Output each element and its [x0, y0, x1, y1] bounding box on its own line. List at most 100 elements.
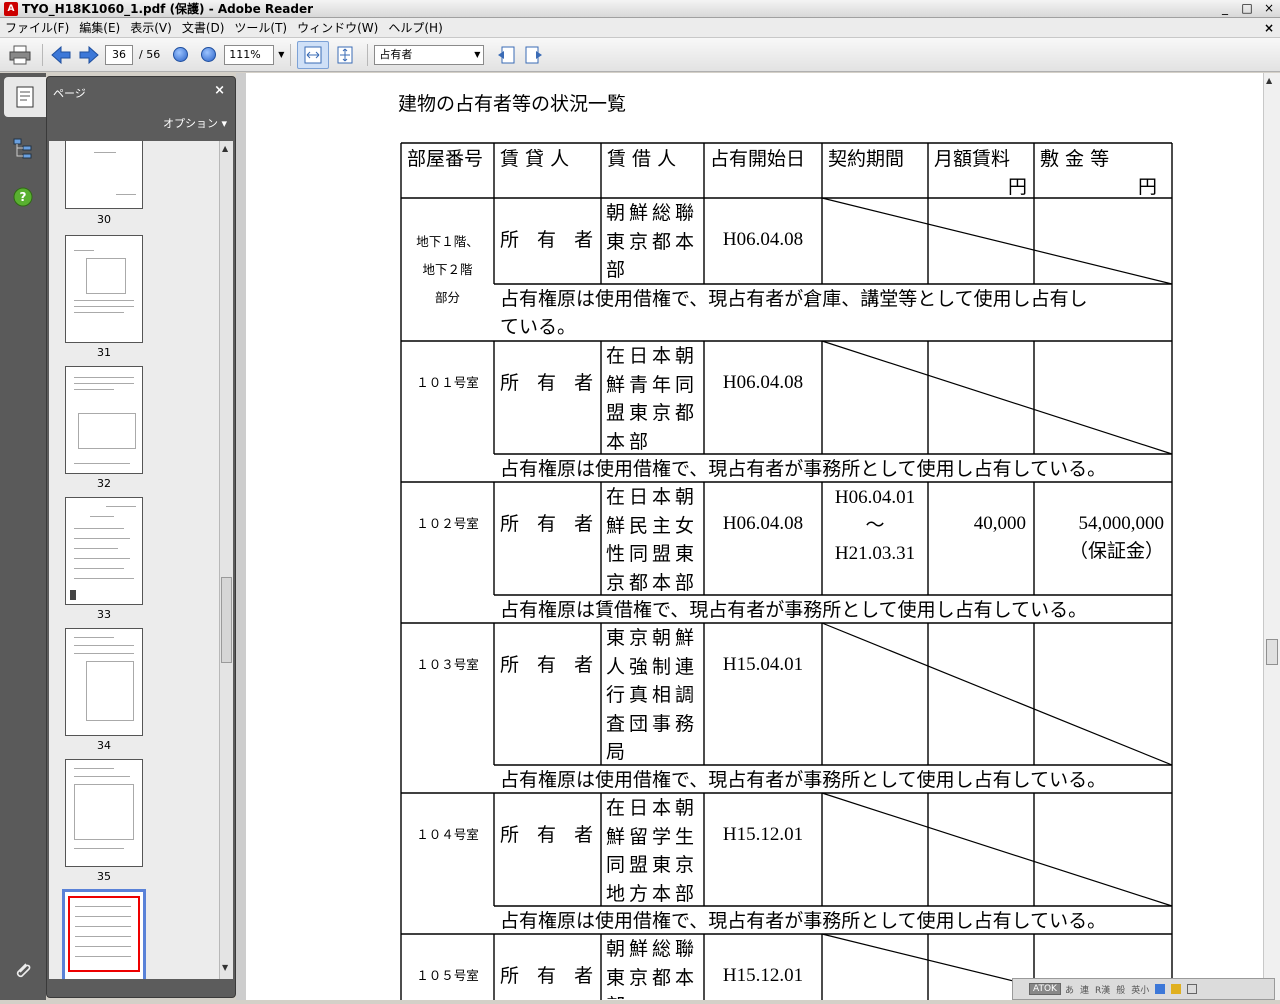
empty-cell-diagonal	[821, 622, 1173, 766]
ime-mode-romaji[interactable]: R漢	[1095, 983, 1110, 996]
thumb-label-30: 30	[97, 213, 111, 226]
close-window-button[interactable]: ×	[1258, 1, 1280, 17]
scroll-up-icon[interactable]: ▲	[222, 144, 228, 153]
minimize-button[interactable]: _	[1214, 1, 1236, 17]
ime-memo-icon[interactable]	[1171, 984, 1182, 994]
zoom-in-button[interactable]	[196, 43, 220, 67]
menu-edit[interactable]: 編集(E)	[74, 19, 125, 36]
thumb-table	[86, 258, 126, 294]
previous-page-button[interactable]	[49, 43, 73, 67]
ime-mode-alpha[interactable]: 英小	[1131, 983, 1149, 996]
find-next-button[interactable]	[522, 43, 546, 67]
thumb-line	[75, 936, 131, 937]
find-previous-button[interactable]	[494, 43, 518, 67]
page-number-input[interactable]: 36	[105, 44, 133, 65]
panel-splitter[interactable]	[236, 73, 246, 1000]
toolbar-separator	[367, 43, 369, 66]
thumbnail-list[interactable]: 30 31 32 33 34 35	[49, 141, 219, 979]
zoom-level-field[interactable]: 111%	[224, 44, 275, 65]
arrow-left-icon	[51, 45, 71, 64]
menu-window[interactable]: ウィンドウ(W)	[292, 19, 383, 36]
menu-view[interactable]: 表示(V)	[125, 19, 177, 36]
page-thumbnail-30[interactable]	[65, 141, 143, 209]
options-menu-button[interactable]: オプション ▾	[163, 115, 227, 131]
attachments-tab[interactable]	[3, 951, 43, 991]
thumb-line	[74, 848, 124, 849]
table-header: 賃 借 人	[607, 148, 677, 170]
thumb-table	[74, 784, 134, 840]
zoom-dropdown-icon[interactable]: ▼	[278, 50, 284, 59]
thumb-line	[75, 946, 131, 947]
help-tab[interactable]: ?	[3, 177, 43, 217]
close-document-button[interactable]: ×	[1264, 21, 1274, 35]
lessor: 所 有 者	[500, 654, 597, 676]
help-icon: ?	[13, 187, 33, 207]
toolbar-separator	[290, 43, 292, 66]
menu-help[interactable]: ヘルプ(H)	[383, 19, 447, 36]
lessee: 東京朝鮮人強制連行真相調査団事務局	[606, 627, 699, 763]
thumb-line	[74, 389, 114, 390]
ime-mode-general[interactable]: 般	[1116, 983, 1125, 996]
lessor: 所 有 者	[500, 824, 597, 846]
ime-mode-conversion[interactable]: 連	[1080, 983, 1089, 996]
view-area-indicator[interactable]	[68, 896, 140, 972]
thumb-label-31: 31	[97, 346, 111, 359]
deposit: 54,000,000 （保証金）	[1068, 513, 1164, 562]
thumb-line	[74, 306, 134, 307]
thumb-line	[75, 916, 131, 917]
maximize-button[interactable]: □	[1236, 1, 1258, 17]
document-scroll-thumb[interactable]	[1266, 639, 1278, 665]
thumbnail-scrollbar[interactable]: ▲ ▼	[219, 141, 233, 979]
occupancy-note: 占有権原は使用借権で、現占有者が倉庫、講堂等として使用し占有し ている。	[500, 288, 1088, 338]
thumb-line	[74, 312, 124, 313]
occupancy-note: 占有権原は使用借権で、現占有者が事務所として使用し占有している。	[500, 458, 1107, 480]
zoom-out-icon	[172, 47, 188, 62]
document-view[interactable]: 建物の占有者等の状況一覧 部屋番号賃 貸 人賃 借 人占有開始日 契約期間 月額賃料…	[246, 73, 1263, 1000]
thumb-line	[74, 528, 124, 529]
page-thumbnail-35[interactable]	[65, 759, 143, 867]
document-scrollbar[interactable]: ▲	[1263, 73, 1280, 1000]
occupancy-start-date: H06.04.08	[722, 513, 804, 534]
scroll-down-icon[interactable]: ▼	[222, 963, 228, 972]
scroll-up-icon[interactable]: ▲	[1266, 76, 1272, 85]
thumb-table	[78, 413, 136, 449]
lessee: 在日本朝鮮青年同盟東京都本部	[606, 345, 699, 453]
thumb-line	[74, 463, 130, 464]
navigation-strip: ?	[0, 73, 46, 1000]
ime-mode-hiragana[interactable]: あ	[1065, 983, 1074, 996]
fit-page-button[interactable]	[333, 43, 357, 67]
ime-atok-label[interactable]: ATOK	[1029, 983, 1061, 995]
menu-tools[interactable]: ツール(T)	[229, 19, 292, 36]
search-text: 占有者	[379, 47, 413, 61]
lessee: 朝鮮総聯東京都本部	[606, 202, 699, 281]
menu-file[interactable]: ファイル(F)	[0, 19, 74, 36]
page-thumbnail-34[interactable]	[65, 628, 143, 736]
lessee: 在日本朝鮮民主女性同盟東京都本部	[606, 486, 699, 594]
fit-width-button[interactable]	[297, 40, 330, 69]
bookmarks-tab[interactable]	[3, 129, 43, 169]
panel-close-button[interactable]: ×	[214, 83, 225, 98]
ime-pen-icon[interactable]	[1187, 984, 1198, 994]
next-page-button[interactable]	[77, 43, 101, 67]
toolbar-separator	[42, 43, 43, 66]
room-number: １０３号室	[416, 657, 479, 672]
occupancy-start-date: H15.12.01	[722, 965, 804, 986]
menu-document[interactable]: 文書(D)	[177, 19, 230, 36]
search-dropdown-icon[interactable]: ▼	[474, 46, 480, 64]
ime-dictionary-icon[interactable]	[1155, 984, 1166, 994]
thumb-line	[74, 558, 130, 559]
print-button[interactable]	[8, 43, 32, 67]
room-number: １０２号室	[416, 516, 479, 531]
page-thumbnail-36-current[interactable]	[62, 889, 146, 979]
monthly-rent: 40,000	[973, 513, 1026, 534]
page-thumbnail-32[interactable]	[65, 366, 143, 474]
thumbnail-scroll-thumb[interactable]	[221, 577, 232, 663]
zoom-out-button[interactable]	[168, 43, 192, 67]
pages-tab[interactable]	[4, 77, 46, 117]
page-thumbnail-33[interactable]	[65, 497, 143, 605]
thumb-line	[106, 506, 136, 507]
search-input[interactable]: 占有者 ▼	[374, 44, 485, 65]
contract-term: H06.04.01 ～ H21.03.31	[834, 487, 916, 564]
page-thumbnail-31[interactable]	[65, 235, 143, 343]
adobe-reader-icon: A	[4, 1, 18, 16]
